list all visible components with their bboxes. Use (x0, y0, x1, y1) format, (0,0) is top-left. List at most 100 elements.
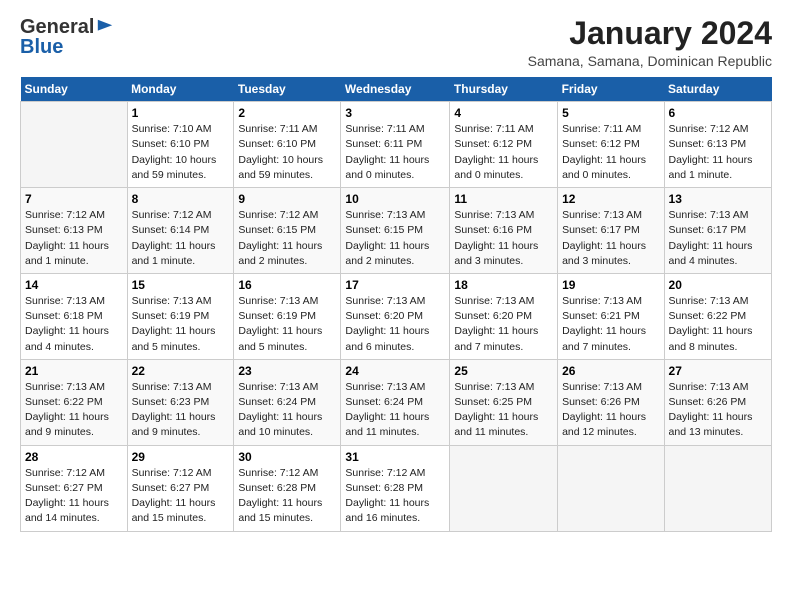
day-number: 6 (669, 106, 767, 120)
calendar-cell: 25 Sunrise: 7:13 AM Sunset: 6:25 PM Dayli… (450, 359, 558, 445)
calendar-cell (664, 445, 771, 531)
day-number: 3 (345, 106, 445, 120)
day-info: Sunrise: 7:13 AM Sunset: 6:23 PM Dayligh… (132, 380, 230, 441)
calendar-cell: 4 Sunrise: 7:11 AM Sunset: 6:12 PM Daylig… (450, 102, 558, 188)
calendar-cell: 18 Sunrise: 7:13 AM Sunset: 6:20 PM Dayli… (450, 273, 558, 359)
calendar-cell (558, 445, 664, 531)
calendar-cell: 26Sunrise: 7:13 AM Sunset: 6:26 PM Dayli… (558, 359, 664, 445)
day-info: Sunrise: 7:13 AM Sunset: 6:18 PM Dayligh… (25, 294, 123, 355)
logo-icon (96, 18, 114, 36)
day-number: 19 (562, 278, 659, 292)
header-monday: Monday (127, 77, 234, 102)
calendar-cell (21, 102, 128, 188)
calendar-cell: 9Sunrise: 7:12 AM Sunset: 6:15 PM Daylig… (234, 188, 341, 274)
day-info: Sunrise: 7:13 AM Sunset: 6:17 PM Dayligh… (562, 208, 659, 269)
calendar-cell: 2 Sunrise: 7:11 AM Sunset: 6:10 PM Daylig… (234, 102, 341, 188)
day-info: Sunrise: 7:13 AM Sunset: 6:16 PM Dayligh… (454, 208, 553, 269)
day-info: Sunrise: 7:13 AM Sunset: 6:24 PM Dayligh… (345, 380, 445, 441)
day-number: 26 (562, 364, 659, 378)
day-number: 11 (454, 192, 553, 206)
calendar-cell: 23Sunrise: 7:13 AM Sunset: 6:24 PM Dayli… (234, 359, 341, 445)
day-info: Sunrise: 7:12 AM Sunset: 6:14 PM Dayligh… (132, 208, 230, 269)
calendar-cell: 10 Sunrise: 7:13 AM Sunset: 6:15 PM Dayli… (341, 188, 450, 274)
day-info: Sunrise: 7:13 AM Sunset: 6:25 PM Dayligh… (454, 380, 553, 441)
calendar-week-5: 28 Sunrise: 7:12 AM Sunset: 6:27 PM Dayli… (21, 445, 772, 531)
day-info: Sunrise: 7:12 AM Sunset: 6:28 PM Dayligh… (238, 466, 336, 527)
logo: General Blue (20, 16, 114, 58)
calendar-cell: 12 Sunrise: 7:13 AM Sunset: 6:17 PM Dayli… (558, 188, 664, 274)
calendar-cell: 17Sunrise: 7:13 AM Sunset: 6:20 PM Dayli… (341, 273, 450, 359)
day-number: 5 (562, 106, 659, 120)
day-number: 7 (25, 192, 123, 206)
logo-general: General (20, 16, 94, 38)
calendar-cell: 21Sunrise: 7:13 AM Sunset: 6:22 PM Dayli… (21, 359, 128, 445)
calendar-cell: 28 Sunrise: 7:12 AM Sunset: 6:27 PM Dayli… (21, 445, 128, 531)
calendar-cell (450, 445, 558, 531)
day-number: 18 (454, 278, 553, 292)
day-number: 2 (238, 106, 336, 120)
day-number: 8 (132, 192, 230, 206)
day-number: 9 (238, 192, 336, 206)
calendar-cell: 30Sunrise: 7:12 AM Sunset: 6:28 PM Dayli… (234, 445, 341, 531)
day-number: 29 (132, 450, 230, 464)
day-number: 10 (345, 192, 445, 206)
page: General Blue January 2024 Samana, Samana… (0, 0, 792, 542)
day-number: 12 (562, 192, 659, 206)
calendar-table: Sunday Monday Tuesday Wednesday Thursday… (20, 77, 772, 531)
calendar-week-2: 7 Sunrise: 7:12 AM Sunset: 6:13 PM Daylig… (21, 188, 772, 274)
day-info: Sunrise: 7:13 AM Sunset: 6:21 PM Dayligh… (562, 294, 659, 355)
day-number: 25 (454, 364, 553, 378)
title-block: January 2024 Samana, Samana, Dominican R… (528, 16, 772, 69)
day-number: 16 (238, 278, 336, 292)
calendar-cell: 19 Sunrise: 7:13 AM Sunset: 6:21 PM Dayli… (558, 273, 664, 359)
day-info: Sunrise: 7:13 AM Sunset: 6:19 PM Dayligh… (238, 294, 336, 355)
day-number: 20 (669, 278, 767, 292)
header-sunday: Sunday (21, 77, 128, 102)
calendar-cell: 13 Sunrise: 7:13 AM Sunset: 6:17 PM Dayli… (664, 188, 771, 274)
day-number: 13 (669, 192, 767, 206)
calendar-cell: 3Sunrise: 7:11 AM Sunset: 6:11 PM Daylig… (341, 102, 450, 188)
day-info: Sunrise: 7:11 AM Sunset: 6:12 PM Dayligh… (454, 122, 553, 183)
day-info: Sunrise: 7:12 AM Sunset: 6:27 PM Dayligh… (132, 466, 230, 527)
calendar-cell: 16 Sunrise: 7:13 AM Sunset: 6:19 PM Dayli… (234, 273, 341, 359)
calendar-cell: 1Sunrise: 7:10 AM Sunset: 6:10 PM Daylig… (127, 102, 234, 188)
day-info: Sunrise: 7:13 AM Sunset: 6:17 PM Dayligh… (669, 208, 767, 269)
header-row: Sunday Monday Tuesday Wednesday Thursday… (21, 77, 772, 102)
day-info: Sunrise: 7:12 AM Sunset: 6:13 PM Dayligh… (25, 208, 123, 269)
logo-blue: Blue (20, 36, 114, 58)
day-info: Sunrise: 7:12 AM Sunset: 6:13 PM Dayligh… (669, 122, 767, 183)
day-info: Sunrise: 7:13 AM Sunset: 6:20 PM Dayligh… (454, 294, 553, 355)
header-wednesday: Wednesday (341, 77, 450, 102)
day-info: Sunrise: 7:11 AM Sunset: 6:10 PM Dayligh… (238, 122, 336, 183)
day-info: Sunrise: 7:10 AM Sunset: 6:10 PM Dayligh… (132, 122, 230, 183)
location-subtitle: Samana, Samana, Dominican Republic (528, 53, 772, 69)
calendar-cell: 6 Sunrise: 7:12 AM Sunset: 6:13 PM Daylig… (664, 102, 771, 188)
day-number: 27 (669, 364, 767, 378)
header-thursday: Thursday (450, 77, 558, 102)
day-info: Sunrise: 7:12 AM Sunset: 6:28 PM Dayligh… (345, 466, 445, 527)
calendar-cell: 29 Sunrise: 7:12 AM Sunset: 6:27 PM Dayli… (127, 445, 234, 531)
header-tuesday: Tuesday (234, 77, 341, 102)
day-number: 14 (25, 278, 123, 292)
header-friday: Friday (558, 77, 664, 102)
calendar-cell: 11 Sunrise: 7:13 AM Sunset: 6:16 PM Dayli… (450, 188, 558, 274)
header-saturday: Saturday (664, 77, 771, 102)
calendar-cell: 31 Sunrise: 7:12 AM Sunset: 6:28 PM Dayli… (341, 445, 450, 531)
calendar-cell: 8 Sunrise: 7:12 AM Sunset: 6:14 PM Daylig… (127, 188, 234, 274)
calendar-cell: 14 Sunrise: 7:13 AM Sunset: 6:18 PM Dayli… (21, 273, 128, 359)
day-info: Sunrise: 7:13 AM Sunset: 6:15 PM Dayligh… (345, 208, 445, 269)
calendar-cell: 20Sunrise: 7:13 AM Sunset: 6:22 PM Dayli… (664, 273, 771, 359)
day-number: 28 (25, 450, 123, 464)
calendar-cell: 24Sunrise: 7:13 AM Sunset: 6:24 PM Dayli… (341, 359, 450, 445)
day-info: Sunrise: 7:12 AM Sunset: 6:27 PM Dayligh… (25, 466, 123, 527)
day-number: 4 (454, 106, 553, 120)
calendar-week-3: 14 Sunrise: 7:13 AM Sunset: 6:18 PM Dayli… (21, 273, 772, 359)
day-number: 23 (238, 364, 336, 378)
day-info: Sunrise: 7:11 AM Sunset: 6:12 PM Dayligh… (562, 122, 659, 183)
calendar-cell: 5 Sunrise: 7:11 AM Sunset: 6:12 PM Daylig… (558, 102, 664, 188)
day-number: 15 (132, 278, 230, 292)
calendar-cell: 27 Sunrise: 7:13 AM Sunset: 6:26 PM Dayli… (664, 359, 771, 445)
calendar-week-1: 1Sunrise: 7:10 AM Sunset: 6:10 PM Daylig… (21, 102, 772, 188)
day-info: Sunrise: 7:13 AM Sunset: 6:26 PM Dayligh… (669, 380, 767, 441)
day-number: 31 (345, 450, 445, 464)
